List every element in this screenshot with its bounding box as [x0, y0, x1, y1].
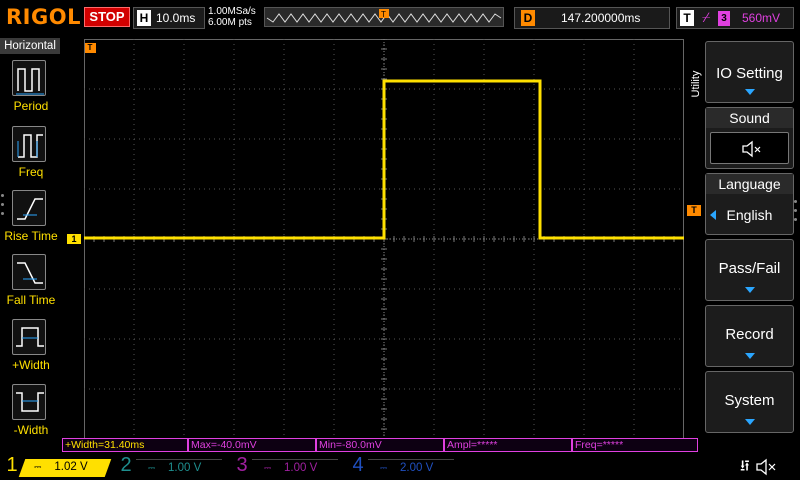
channel-scale-value: 1.00 V [168, 462, 202, 474]
status-icons: ⭿ [740, 456, 796, 478]
chevron-down-icon [745, 89, 755, 95]
neg-width-icon [12, 384, 46, 420]
measure-panel: Horizontal Period Freq Rise Time Fall Ti… [0, 36, 62, 452]
svg-text:T: T [381, 10, 386, 19]
channel-number: 3 [236, 454, 248, 476]
channel-scale-box: ⎓ 1.00 V [252, 459, 338, 477]
measurement-item[interactable]: Ampl=***** [444, 438, 572, 452]
pass-fail-button[interactable]: Pass/Fail [705, 239, 794, 301]
acquisition-info: 1.00MSa/s 6.00M pts [208, 6, 256, 28]
measure-fall-time-label: Fall Time [6, 293, 56, 307]
language-button[interactable]: Language English [705, 173, 794, 235]
measure-rise-time[interactable]: Rise Time [0, 186, 60, 250]
channel-scale-box: ⎓ 2.00 V [368, 459, 454, 477]
measure-negative-width[interactable]: -Width [0, 380, 60, 444]
usb-icon: ⭿ [740, 458, 750, 475]
channel-scale-box: ⎓ 1.02 V [18, 459, 112, 477]
channel-number: 4 [352, 454, 364, 476]
measure-period-label: Period [13, 99, 49, 113]
channel-scale-box: ⎓ 1.00 V [136, 459, 222, 477]
io-setting-button[interactable]: IO Setting [705, 41, 794, 103]
io-setting-label: IO Setting [716, 65, 783, 82]
top-status-bar: RIGOL STOP H 10.0ms 1.00MSa/s 6.00M pts … [0, 0, 800, 36]
measure-freq[interactable]: Freq [0, 122, 60, 186]
utility-tab-label: Utility [690, 70, 702, 98]
speaker-muted-icon [756, 458, 776, 476]
delay-key: D [521, 10, 535, 26]
overview-waveform: T [266, 9, 502, 23]
dc-coupling-icon: ⎓ [264, 463, 272, 473]
timebase-value: 10.0ms [156, 11, 196, 25]
channel-scale-value: 2.00 V [400, 462, 434, 474]
run-stop-indicator[interactable]: STOP [84, 7, 130, 27]
trigger-key: T [680, 10, 694, 26]
horizontal-key: H [137, 10, 151, 26]
memory-waveform-overview[interactable]: T [264, 7, 504, 27]
measurement-item[interactable]: Freq=***** [572, 438, 698, 452]
measurement-item[interactable]: Min=-80.0mV [316, 438, 444, 452]
record-button[interactable]: Record [705, 305, 794, 367]
channel1-trace [84, 79, 684, 240]
trigger-level: 560mV [742, 11, 781, 25]
language-title: Language [706, 174, 793, 194]
sound-title: Sound [706, 108, 793, 128]
chevron-down-icon [745, 353, 755, 359]
pos-width-icon [12, 319, 46, 355]
measure-positive-width[interactable]: +Width [0, 315, 60, 379]
waveform-display[interactable] [84, 39, 684, 439]
system-label: System [724, 392, 775, 409]
memory-depth: 6.00M pts [208, 17, 252, 28]
record-label: Record [725, 326, 774, 343]
fall-time-icon [12, 254, 46, 290]
rise-time-icon [12, 190, 46, 226]
rising-edge-icon: ⌿ [702, 9, 711, 25]
measure-rise-time-label: Rise Time [4, 229, 58, 243]
measurement-item[interactable]: Max=-40.0mV [188, 438, 316, 452]
dc-coupling-icon: ⎓ [148, 463, 156, 473]
brand-logo: RIGOL [6, 5, 81, 29]
measure-fall-time[interactable]: Fall Time [0, 250, 60, 314]
utility-menu-tab: Utility [686, 40, 704, 138]
period-icon [12, 60, 46, 96]
delay-value: 147.200000ms [561, 11, 641, 25]
scroll-dots-right [794, 200, 799, 227]
trigger-box[interactable]: T ⌿ 3 560mV [676, 7, 794, 29]
measure-positive-width-label: +Width [12, 358, 50, 372]
language-value: English [726, 207, 773, 223]
channel1-offset-marker[interactable]: 1 [67, 234, 81, 244]
system-button[interactable]: System [705, 371, 794, 433]
pass-fail-label: Pass/Fail [718, 260, 781, 277]
horizontal-timebase-box[interactable]: H 10.0ms [133, 7, 205, 29]
sample-rate: 1.00MSa/s [208, 6, 256, 17]
channel-scale-value: 1.02 V [54, 461, 88, 473]
channel-scale-value: 1.00 V [284, 462, 318, 474]
dc-coupling-icon: ⎓ [380, 463, 388, 473]
trigger-source: 3 [718, 11, 730, 26]
measure-panel-title: Horizontal [0, 38, 60, 54]
measure-negative-width-label: -Width [13, 423, 49, 437]
chevron-down-icon [745, 419, 755, 425]
freq-icon [12, 126, 46, 162]
dc-coupling-icon: ⎓ [34, 462, 42, 472]
sound-button[interactable]: Sound [705, 107, 794, 169]
delay-box[interactable]: D 147.200000ms [514, 7, 670, 29]
chevron-down-icon [745, 287, 755, 293]
speaker-muted-icon [710, 132, 789, 164]
channel-number: 2 [120, 454, 132, 476]
channel-bar: 1 ⎓ 1.02 V 2 ⎓ 1.00 V 3 ⎓ 1.00 V 4 ⎓ 2.0… [0, 452, 800, 480]
measurement-bar: +Width=31.40ms Max=-40.0mV Min=-80.0mV A… [62, 438, 702, 452]
measurement-item[interactable]: +Width=31.40ms [62, 438, 188, 452]
trigger-level-marker[interactable]: T [687, 205, 701, 216]
measure-period[interactable]: Period [0, 56, 60, 120]
measure-freq-label: Freq [18, 165, 44, 179]
